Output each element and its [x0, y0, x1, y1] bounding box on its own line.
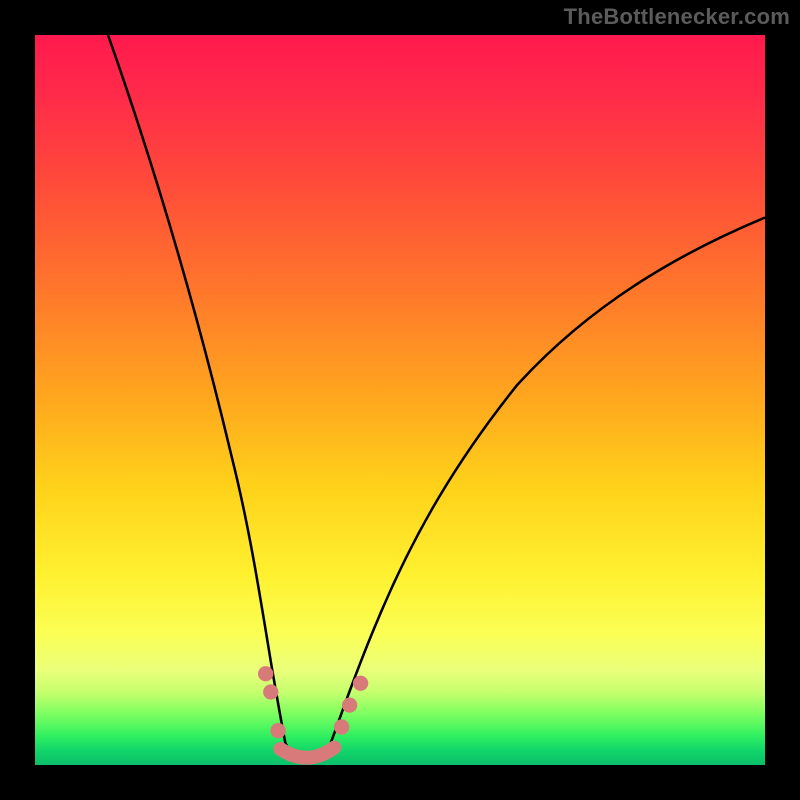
bottleneck-curve-right: [331, 218, 765, 744]
marker-dot: [258, 666, 273, 681]
marker-dot: [334, 719, 349, 734]
marker-dot: [353, 676, 368, 691]
chart-plot-area: [35, 35, 765, 765]
chart-frame: TheBottlenecker.com: [0, 0, 800, 800]
bottleneck-curve-left: [108, 35, 285, 743]
valley-blob: [280, 747, 334, 757]
chart-curve: [108, 35, 765, 759]
marker-dot: [270, 723, 285, 738]
marker-dot: [342, 697, 357, 712]
marker-dot: [263, 684, 278, 699]
watermark-text: TheBottlenecker.com: [564, 4, 790, 30]
chart-svg: [35, 35, 765, 765]
